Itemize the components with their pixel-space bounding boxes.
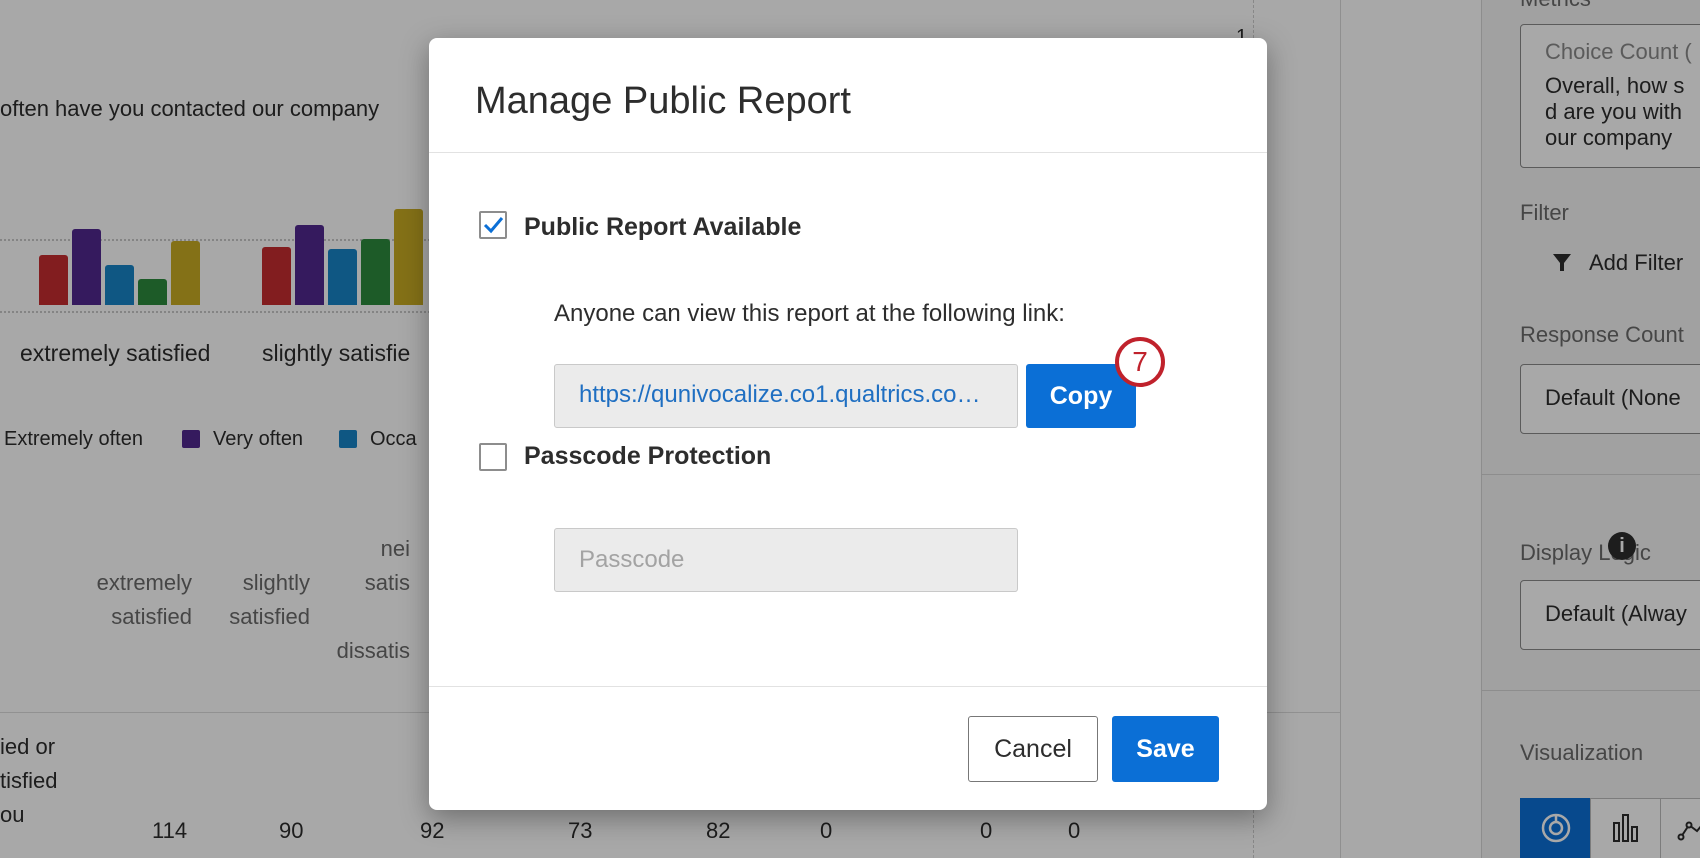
link-description: Anyone can view this report at the follo… — [554, 300, 1065, 327]
public-link-field[interactable]: https://qunivocalize.co1.qualtrics.com/r… — [554, 364, 1018, 428]
header-divider — [429, 152, 1267, 153]
public-available-label: Public Report Available — [524, 213, 802, 241]
public-link[interactable]: https://qunivocalize.co1.qualtrics.com/r… — [579, 381, 987, 409]
save-button[interactable]: Save — [1112, 716, 1219, 782]
cancel-button[interactable]: Cancel — [968, 716, 1098, 782]
step-number-badge: 7 — [1115, 337, 1165, 387]
checkmark-icon — [483, 217, 504, 234]
passcode-input[interactable] — [554, 528, 1018, 592]
passcode-label: Passcode Protection — [524, 442, 772, 470]
manage-public-report-dialog: Manage Public Report Public Report Avail… — [429, 38, 1267, 810]
footer-divider — [429, 686, 1267, 687]
passcode-checkbox[interactable] — [479, 443, 507, 471]
dialog-title: Manage Public Report — [475, 80, 851, 122]
public-available-checkbox[interactable] — [479, 211, 507, 239]
